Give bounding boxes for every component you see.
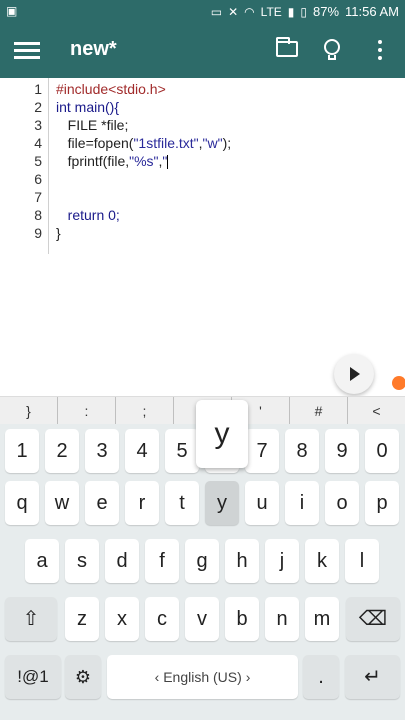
code-text: int main(){ xyxy=(56,99,120,115)
symbols-key[interactable]: !@1 xyxy=(5,655,61,699)
key-f[interactable]: f xyxy=(145,539,179,583)
key-y[interactable]: y xyxy=(205,481,239,525)
key-0[interactable]: 0 xyxy=(365,429,399,473)
network-label: LTE xyxy=(260,4,282,19)
key-z[interactable]: z xyxy=(65,597,99,641)
chevron-right-icon: › xyxy=(245,669,251,685)
floating-indicator xyxy=(392,376,405,390)
key-m[interactable]: m xyxy=(305,597,339,641)
key-w[interactable]: w xyxy=(45,481,79,525)
key-5[interactable]: 5 xyxy=(165,429,199,473)
battery-icon: ▯ xyxy=(300,4,307,19)
line-number: 5 xyxy=(34,153,42,169)
shift-icon: ⇧ xyxy=(22,608,40,630)
key-v[interactable]: v xyxy=(185,597,219,641)
backspace-key[interactable]: ⌫ xyxy=(346,597,400,641)
keyboard: 1 2 3 4 5 6 7 8 9 0 q w e r t y u i o p … xyxy=(0,424,405,720)
key-g[interactable]: g xyxy=(185,539,219,583)
period-key[interactable]: . xyxy=(303,655,339,699)
key-k[interactable]: k xyxy=(305,539,339,583)
key-e[interactable]: e xyxy=(85,481,119,525)
key-preview-popup: y xyxy=(196,400,248,468)
status-time: 11:56 AM xyxy=(345,4,399,19)
key-4[interactable]: 4 xyxy=(125,429,159,473)
symbol-key[interactable]: : xyxy=(58,397,116,425)
space-bar[interactable]: ‹ English (US) › xyxy=(107,655,298,699)
key-p[interactable]: p xyxy=(365,481,399,525)
symbol-key[interactable]: } xyxy=(0,397,58,425)
space-label: English (US) xyxy=(163,669,242,685)
line-number: 6 xyxy=(34,171,42,187)
line-number: 8 xyxy=(34,207,42,223)
key-s[interactable]: s xyxy=(65,539,99,583)
key-1[interactable]: 1 xyxy=(5,429,39,473)
more-options-icon[interactable] xyxy=(378,40,382,64)
key-d[interactable]: d xyxy=(105,539,139,583)
line-number: 2 xyxy=(34,99,42,115)
key-u[interactable]: u xyxy=(245,481,279,525)
text-cursor xyxy=(167,155,169,170)
backspace-icon: ⌫ xyxy=(358,608,388,630)
code-text: fprintf(file,"%s"," xyxy=(56,152,169,170)
key-l[interactable]: l xyxy=(345,539,379,583)
lightbulb-icon[interactable] xyxy=(324,39,340,61)
key-o[interactable]: o xyxy=(325,481,359,525)
app-bar: new* xyxy=(0,24,405,78)
key-n[interactable]: n xyxy=(265,597,299,641)
wifi-icon: ◠ xyxy=(244,4,255,19)
line-number: 3 xyxy=(34,117,42,133)
key-c[interactable]: c xyxy=(145,597,179,641)
code-text: FILE *file; xyxy=(56,117,129,133)
shift-key[interactable]: ⇧ xyxy=(5,597,57,641)
key-3[interactable]: 3 xyxy=(85,429,119,473)
symbol-key[interactable]: ; xyxy=(116,397,174,425)
code-text: return 0; xyxy=(56,207,120,223)
code-text: file=fopen("1stfile.txt","w"); xyxy=(56,135,232,151)
line-number: 7 xyxy=(34,189,42,205)
key-i[interactable]: i xyxy=(285,481,319,525)
menu-icon[interactable] xyxy=(14,38,40,64)
code-line: 5 fprintf(file,"%s"," xyxy=(0,152,405,170)
key-a[interactable]: a xyxy=(25,539,59,583)
gear-icon: ⚙ xyxy=(74,667,92,687)
key-8[interactable]: 8 xyxy=(285,429,319,473)
key-2[interactable]: 2 xyxy=(45,429,79,473)
key-7[interactable]: 7 xyxy=(245,429,279,473)
settings-key[interactable]: ⚙ xyxy=(65,655,101,699)
key-j[interactable]: j xyxy=(265,539,299,583)
battery-percent: 87% xyxy=(313,4,340,19)
code-editor[interactable]: 1 #include<stdio.h> 2 int main(){ 3 FILE… xyxy=(0,78,405,396)
key-q[interactable]: q xyxy=(5,481,39,525)
folder-icon[interactable] xyxy=(276,37,298,57)
status-bar: ▣ ▭ ✕ ◠ LTE ▮ ▯ 87% 11:56 AM xyxy=(0,0,405,24)
chevron-left-icon: ‹ xyxy=(154,669,160,685)
line-number: 1 xyxy=(34,81,42,97)
mute-icon: ✕ xyxy=(228,4,239,19)
code-text: #include<stdio.h> xyxy=(56,81,166,97)
cast-icon: ▭ xyxy=(210,4,223,19)
key-t[interactable]: t xyxy=(165,481,199,525)
enter-key[interactable]: ↵ xyxy=(345,655,400,699)
screen-record-icon: ▣ xyxy=(6,4,18,18)
run-button[interactable] xyxy=(334,354,374,394)
key-x[interactable]: x xyxy=(105,597,139,641)
line-number: 9 xyxy=(34,225,42,241)
file-title: new* xyxy=(70,38,117,60)
symbol-key[interactable]: < xyxy=(348,397,405,425)
code-text: } xyxy=(56,225,61,241)
signal-icon: ▮ xyxy=(287,4,295,19)
enter-icon: ↵ xyxy=(364,666,381,688)
line-number: 4 xyxy=(34,135,42,151)
symbol-key[interactable]: # xyxy=(290,397,348,425)
key-h[interactable]: h xyxy=(225,539,259,583)
key-9[interactable]: 9 xyxy=(325,429,359,473)
key-r[interactable]: r xyxy=(125,481,159,525)
key-b[interactable]: b xyxy=(225,597,259,641)
code-text-content: fprintf(file,"%s"," xyxy=(56,153,168,169)
